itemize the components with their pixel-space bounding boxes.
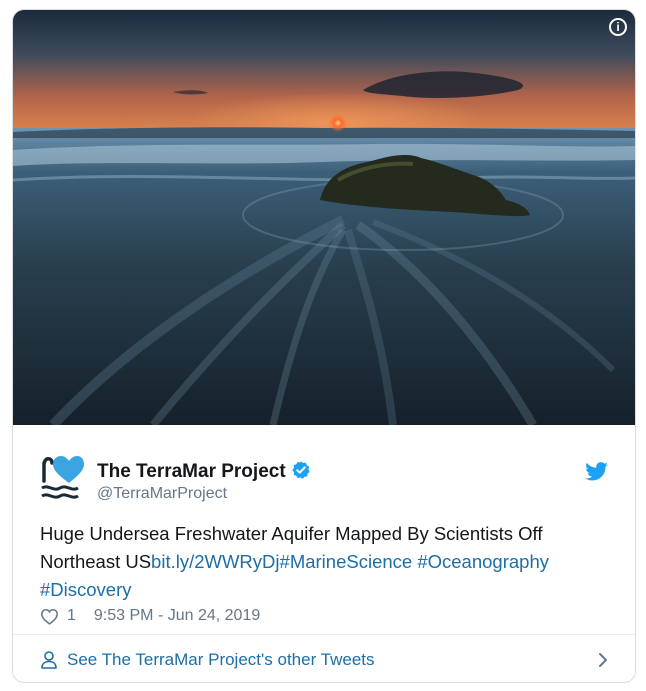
- person-icon: [41, 651, 57, 669]
- author-handle[interactable]: @TerraMarProject: [97, 485, 227, 503]
- see-other-tweets-label[interactable]: See The TerraMar Project's other Tweets: [67, 650, 375, 670]
- tweet-timestamp[interactable]: 9:53 PM - Jun 24, 2019: [94, 607, 260, 625]
- author-display-name[interactable]: The TerraMar Project: [97, 460, 311, 483]
- see-other-tweets-link[interactable]: See The TerraMar Project's other Tweets: [13, 634, 635, 682]
- chevron-right-icon[interactable]: [598, 652, 608, 668]
- hashtag-oceanography[interactable]: #Oceanography: [417, 551, 549, 572]
- like-count[interactable]: 1: [67, 607, 76, 625]
- terramar-logo-avatar[interactable]: [40, 455, 84, 503]
- tweet-body: The TerraMar Project @TerraMarProject Hu…: [13, 425, 635, 635]
- verified-badge-icon: [291, 461, 310, 479]
- heart-icon[interactable]: [40, 608, 59, 625]
- author-name-text[interactable]: The TerraMar Project: [97, 461, 286, 482]
- sunset-ocean-image: [13, 10, 635, 425]
- hashtag-discovery[interactable]: #Discovery: [40, 579, 132, 600]
- info-icon[interactable]: i: [609, 18, 627, 36]
- tweet-text: Huge Undersea Freshwater Aquifer Mapped …: [40, 520, 610, 604]
- tweet-link[interactable]: bit.ly/2WWRyDj: [151, 551, 279, 572]
- tweet-meta: 1 9:53 PM - Jun 24, 2019: [40, 607, 260, 625]
- tweet-photo[interactable]: i: [13, 10, 635, 425]
- twitter-bird-icon[interactable]: [585, 462, 608, 481]
- hashtag-marinescience[interactable]: #MarineScience: [280, 551, 413, 572]
- tweet-embed-card: i The TerraMar Project @TerraMarProject …: [12, 9, 636, 683]
